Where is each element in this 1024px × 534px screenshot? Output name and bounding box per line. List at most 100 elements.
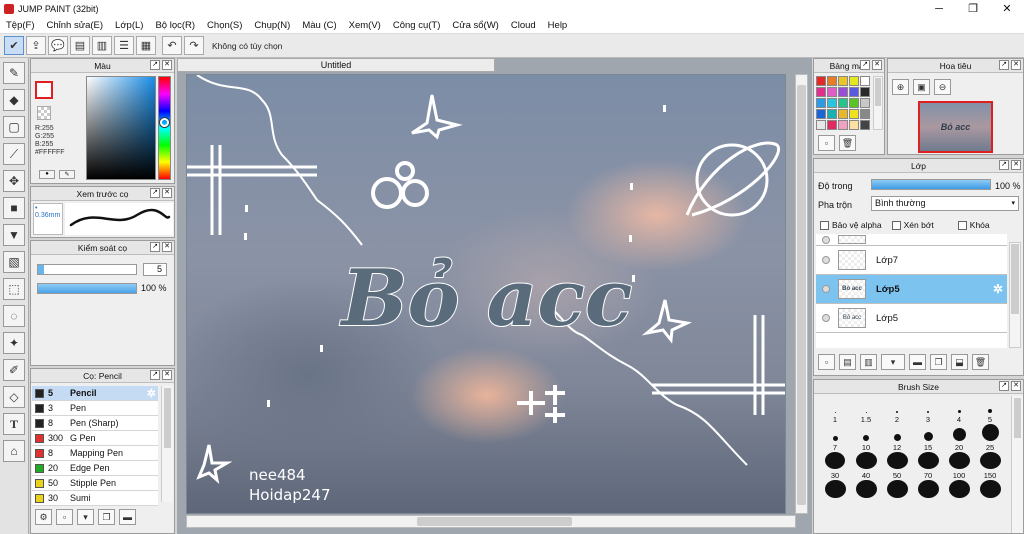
palette-swatch[interactable] <box>816 120 826 130</box>
primary-color-swatch[interactable] <box>35 81 53 99</box>
palette-swatch[interactable] <box>838 98 848 108</box>
palette-swatch[interactable] <box>816 98 826 108</box>
message-icon[interactable]: ▤ <box>70 36 90 55</box>
lock-checkbox[interactable]: Khóa <box>957 220 990 231</box>
canvas-horizontal-scrollbar[interactable] <box>186 515 796 528</box>
brush-size-cell[interactable]: 10 <box>851 424 881 452</box>
brush-size-cell[interactable]: 30 <box>820 452 850 480</box>
palette-swatch[interactable] <box>860 98 870 108</box>
pen-tool-icon[interactable]: ✎ <box>3 62 25 84</box>
brush-size-cell[interactable]: 4 <box>944 396 974 424</box>
close-panel-icon[interactable]: ✕ <box>1011 160 1021 170</box>
menu-layer[interactable]: Lớp(L) <box>109 20 149 31</box>
visibility-icon[interactable] <box>822 256 830 264</box>
text-tool-icon[interactable]: T <box>3 413 25 435</box>
close-panel-icon[interactable]: ✕ <box>1011 381 1021 391</box>
canvas-vertical-scrollbar[interactable] <box>795 74 808 514</box>
saturation-value-picker[interactable] <box>86 76 156 180</box>
palette-swatch[interactable] <box>860 120 870 130</box>
layer-opacity-slider[interactable] <box>871 179 991 190</box>
palette-swatch[interactable] <box>827 87 837 97</box>
brush-size-cell[interactable]: 3 <box>913 396 943 424</box>
protect-alpha-checkbox[interactable]: Bảo vệ alpha <box>820 220 882 231</box>
brush-size-cell[interactable] <box>820 480 850 508</box>
brush-size-cell[interactable]: 20 <box>944 424 974 452</box>
select-pen-icon[interactable]: ✐ <box>3 359 25 381</box>
new-layer-icon[interactable]: ▫ <box>818 354 835 370</box>
brush-size-field[interactable]: 5 <box>143 263 167 276</box>
zoom-out-icon[interactable]: ⊖ <box>934 79 951 95</box>
palette-swatch[interactable] <box>860 76 870 86</box>
magic-wand-icon[interactable]: ✦ <box>3 332 25 354</box>
brush-folder-icon[interactable]: ▬ <box>119 509 136 525</box>
menu-cloud[interactable]: Cloud <box>505 20 542 31</box>
duplicate-layer-icon[interactable]: ❐ <box>930 354 947 370</box>
close-button[interactable]: ✕ <box>990 0 1024 17</box>
palette-swatch[interactable] <box>860 87 870 97</box>
palette-swatch[interactable] <box>860 109 870 119</box>
layer-menu-icon[interactable]: ▾ <box>881 354 905 370</box>
sync-icon[interactable]: ✔ <box>4 36 24 55</box>
transparent-color-swatch[interactable] <box>37 106 51 120</box>
lasso-tool-icon[interactable]: ◌ <box>3 305 25 327</box>
palette-swatch[interactable] <box>827 109 837 119</box>
close-panel-icon[interactable]: ✕ <box>872 60 882 70</box>
brush-size-cell[interactable]: 70 <box>913 452 943 480</box>
delete-color-icon[interactable]: 🗑 <box>839 135 856 151</box>
palette-scrollbar[interactable] <box>873 76 883 130</box>
visibility-icon[interactable] <box>822 285 830 293</box>
popout-icon[interactable]: ↗ <box>150 60 160 70</box>
menu-help[interactable]: Help <box>542 20 574 31</box>
new-layer-8bit-icon[interactable]: ▤ <box>839 354 856 370</box>
minimize-button[interactable]: ─ <box>922 0 956 17</box>
grid-icon[interactable]: ▦ <box>136 36 156 55</box>
divide-tool-icon[interactable]: ⌂ <box>3 440 25 462</box>
popout-icon[interactable]: ↗ <box>999 60 1009 70</box>
brush-size-cell[interactable] <box>913 480 943 508</box>
close-panel-icon[interactable]: ✕ <box>162 60 172 70</box>
brush-menu-icon[interactable]: ▾ <box>77 509 94 525</box>
brush-opacity-slider[interactable] <box>37 283 137 294</box>
marquee-tool-icon[interactable]: ⬚ <box>3 278 25 300</box>
menu-window[interactable]: Cửa sổ(W) <box>446 20 504 31</box>
new-layer-1bit-icon[interactable]: ▥ <box>860 354 877 370</box>
palette-swatch[interactable] <box>849 120 859 130</box>
drawing-canvas[interactable]: Bỏ acc nee484 Hoidap247 <box>186 74 786 514</box>
visibility-icon[interactable] <box>822 314 830 322</box>
brush-tool-icon[interactable]: ⟋ <box>3 143 25 165</box>
brush-item[interactable]: 20 Edge Pen <box>32 461 158 476</box>
copy-brush-icon[interactable]: ❐ <box>98 509 115 525</box>
brush-settings-gear-icon[interactable]: ✲ <box>147 387 156 400</box>
list-icon[interactable]: ☰ <box>114 36 134 55</box>
popout-icon[interactable]: ↗ <box>150 242 160 252</box>
brush-size-cell[interactable]: 40 <box>851 452 881 480</box>
menu-view[interactable]: Xem(V) <box>343 20 387 31</box>
bucket-tool-icon[interactable]: ▼ <box>3 224 25 246</box>
brush-size-cell[interactable]: 1 <box>820 396 850 424</box>
palette-swatch[interactable] <box>827 76 837 86</box>
layer-settings-icon[interactable]: ✲ <box>993 282 1003 296</box>
layer-row[interactable]: Bỏ acc Lớp5 <box>816 304 1007 333</box>
palette-swatch[interactable] <box>838 109 848 119</box>
brush-size-cell[interactable] <box>975 480 1005 508</box>
layer-row-selected[interactable]: Bỏ acc Lớp5 ✲ <box>816 275 1007 304</box>
layer-folder-icon[interactable]: ▬ <box>909 354 926 370</box>
brush-size-cell[interactable]: 50 <box>882 452 912 480</box>
maximize-button[interactable]: ❐ <box>956 0 990 17</box>
fit-window-icon[interactable]: ▣ <box>913 79 930 95</box>
brush-item[interactable]: 3 Pen <box>32 401 158 416</box>
menu-tools[interactable]: Công cụ(T) <box>387 20 447 31</box>
clipping-checkbox[interactable]: Xén bớt <box>891 220 934 231</box>
brush-item[interactable]: 8 Mapping Pen <box>32 446 158 461</box>
brush-size-cell[interactable] <box>944 480 974 508</box>
hue-slider[interactable] <box>158 76 171 180</box>
undo-icon[interactable]: ↶ <box>162 36 182 55</box>
palette-swatch[interactable] <box>838 120 848 130</box>
menu-select[interactable]: Chọn(S) <box>201 20 248 31</box>
zoom-in-icon[interactable]: ⊕ <box>892 79 909 95</box>
color-mode-icon[interactable]: ● <box>39 170 55 179</box>
palette-swatch[interactable] <box>849 98 859 108</box>
brush-size-cell[interactable]: 12 <box>882 424 912 452</box>
gradient-tool-icon[interactable]: ▧ <box>3 251 25 273</box>
palette-swatch[interactable] <box>827 120 837 130</box>
